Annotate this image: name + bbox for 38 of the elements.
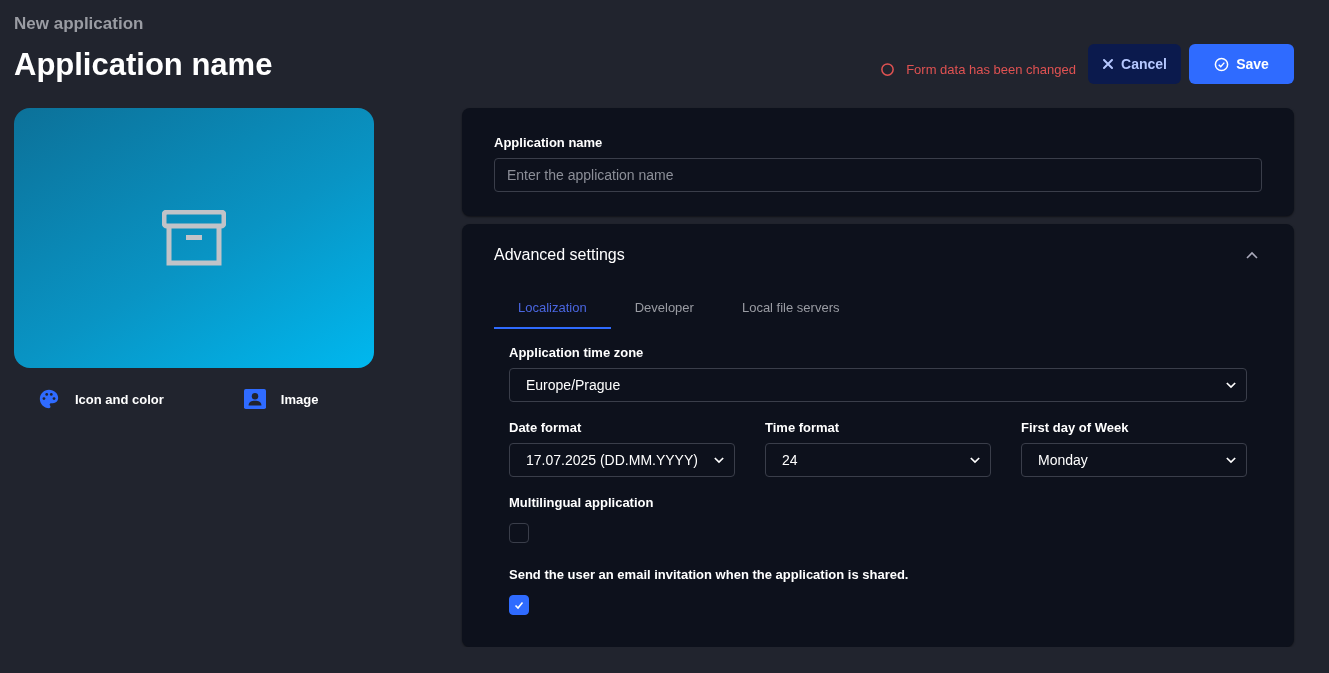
time-zone-select[interactable]: Europe/Prague: [509, 368, 1247, 402]
application-name-input[interactable]: Enter the application name: [494, 158, 1262, 192]
option-label: Icon and color: [75, 391, 164, 407]
format-select[interactable]: 24: [765, 443, 991, 477]
tab[interactable]: Local file servers: [717, 300, 864, 329]
save-button[interactable]: Save: [1189, 44, 1294, 84]
page-subtitle: New application: [14, 14, 145, 34]
section-title: Advanced settings: [494, 246, 625, 264]
tab[interactable]: Developer: [610, 300, 718, 329]
checkbox[interactable]: [509, 523, 529, 543]
palette-icon: [38, 388, 60, 410]
preview-option[interactable]: Icon and color: [38, 388, 164, 410]
chevron-down-icon: [1226, 381, 1236, 389]
format-select[interactable]: 17.07.2025 (DD.MM.YYYY): [509, 443, 735, 477]
chevron-down-icon: [970, 456, 980, 464]
field-label: Date format: [509, 420, 583, 435]
field-label: Application time zone: [509, 345, 645, 360]
checkmark-icon: [513, 599, 525, 611]
tab[interactable]: Localization: [494, 300, 611, 329]
cancel-button[interactable]: Cancel: [1088, 44, 1181, 84]
person-square-icon: [243, 388, 266, 410]
field-label: Time format: [765, 420, 841, 435]
chevron-down-icon: [1226, 456, 1236, 464]
circle-icon: [880, 61, 896, 77]
chevron-down-icon: [714, 456, 724, 464]
status-message: Form data has been changed: [906, 61, 1076, 77]
page-title: Application name: [14, 47, 273, 83]
format-select[interactable]: Monday: [1021, 443, 1247, 477]
checkbox-label: Send the user an email invitation when the application is shared.: [509, 567, 910, 582]
checkbox-label: Multilingual application: [509, 495, 655, 510]
check-circle-icon: [1214, 56, 1230, 72]
preview-option[interactable]: Image: [243, 388, 319, 410]
archive-box-icon: [162, 210, 226, 266]
close-icon: [1102, 58, 1115, 70]
field-label: Application name: [494, 135, 604, 150]
checkbox[interactable]: [509, 595, 529, 615]
option-label: Image: [280, 391, 319, 407]
field-label: First day of Week: [1021, 420, 1130, 435]
